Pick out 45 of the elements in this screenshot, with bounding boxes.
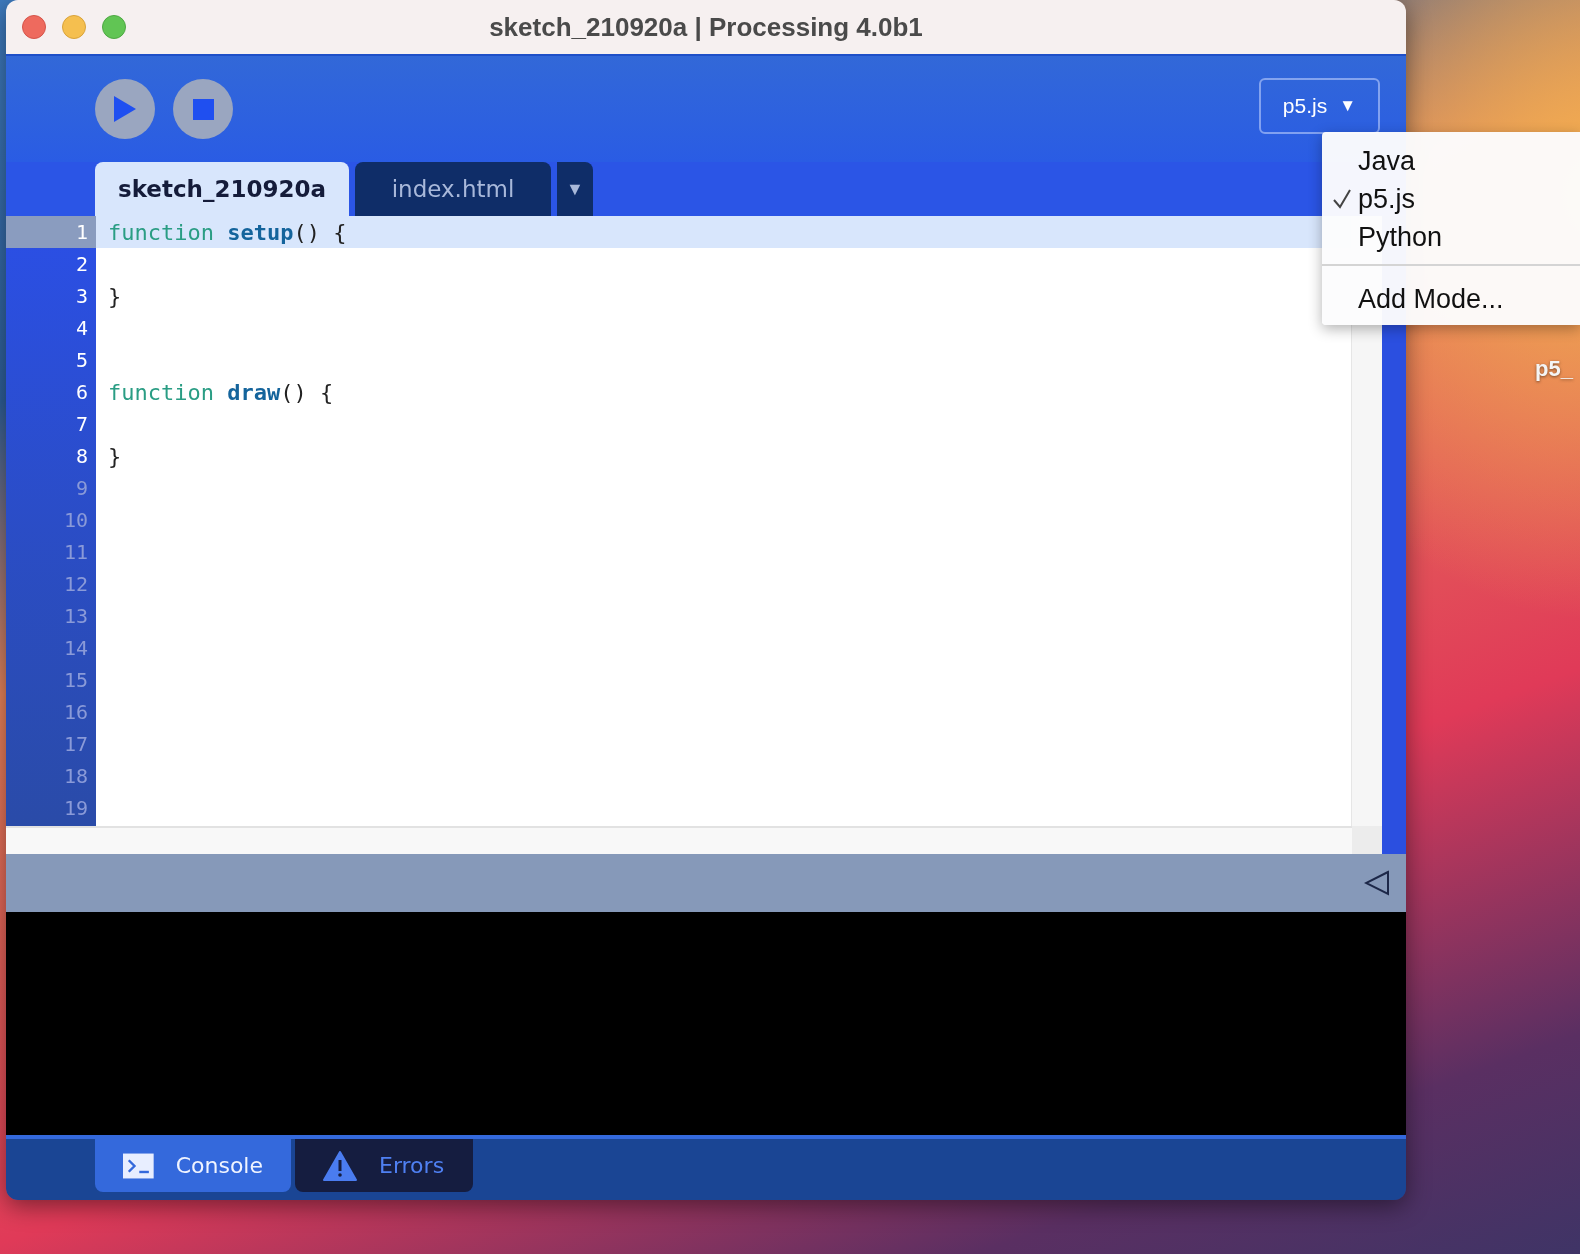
mode-menu-item[interactable]: Python: [1358, 221, 1443, 253]
line-number: 17: [63, 732, 88, 756]
line-number: 5: [75, 348, 88, 372]
line-number: 3: [75, 284, 88, 308]
minimize-button[interactable]: [62, 15, 86, 39]
code-line: }: [108, 443, 122, 469]
code-line: function setup() {: [108, 219, 347, 245]
line-number: 15: [63, 668, 88, 692]
line-number: 16: [63, 700, 88, 724]
close-button[interactable]: [22, 15, 46, 39]
code-line: }: [108, 283, 122, 309]
mode-menu-item[interactable]: p5.js: [1358, 183, 1416, 215]
scrollbar-corner: [1352, 826, 1382, 854]
line-number: 18: [63, 764, 88, 788]
file-tab[interactable]: sketch_210920a: [95, 162, 349, 216]
line-number: 12: [63, 572, 88, 596]
window-title: sketch_210920a | Processing 4.0b1: [489, 11, 923, 43]
line-number: 2: [75, 252, 88, 276]
play-icon: [114, 96, 136, 122]
line-number: 9: [75, 476, 88, 500]
line-number: 1: [75, 220, 88, 244]
line-number: 19: [63, 796, 88, 820]
console-tab[interactable]: Errors: [295, 1139, 473, 1192]
line-number: 13: [63, 604, 88, 628]
terminal-icon: [123, 1152, 154, 1179]
line-number: 11: [63, 540, 88, 564]
console-tab[interactable]: Console: [95, 1139, 291, 1192]
code-line: function draw() {: [108, 379, 334, 405]
line-number: 6: [75, 380, 88, 404]
run-button[interactable]: [95, 79, 155, 139]
collapse-triangle-icon[interactable]: [1364, 870, 1390, 896]
line-number: 7: [75, 412, 88, 436]
warning-icon: [323, 1150, 357, 1181]
stop-button[interactable]: [173, 79, 233, 139]
zoom-button[interactable]: [102, 15, 126, 39]
stop-icon: [192, 98, 214, 120]
line-number: 8: [75, 444, 88, 468]
file-tab[interactable]: index.html: [355, 162, 551, 216]
tab-menu-button[interactable]: ▼: [557, 162, 593, 216]
line-number: 4: [75, 316, 88, 340]
line-number: 14: [63, 636, 88, 660]
mode-menu-item[interactable]: Java: [1358, 145, 1416, 177]
horizontal-scrollbar[interactable]: [6, 826, 1352, 854]
add-mode-menu-item[interactable]: Add Mode...: [1358, 283, 1504, 315]
line-number: 10: [63, 508, 88, 532]
